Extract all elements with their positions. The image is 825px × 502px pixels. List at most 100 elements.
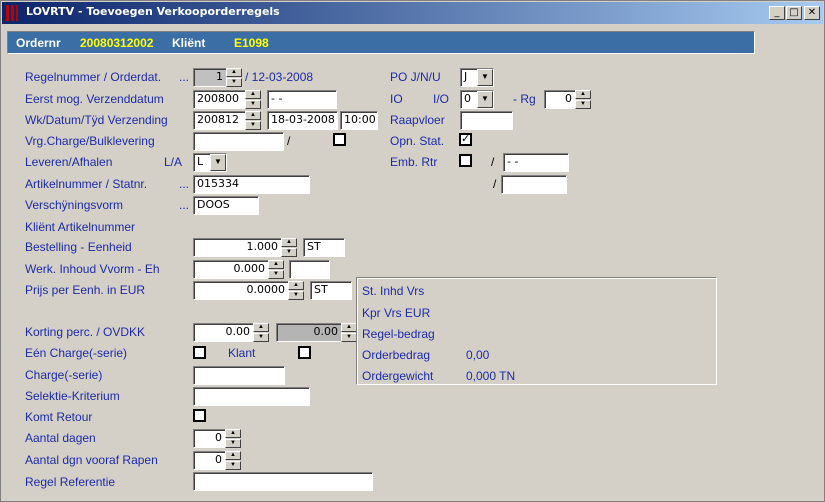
app-icon: [6, 5, 20, 21]
orderbedrag-value: 0,00: [466, 348, 490, 362]
regel-bedrag-label: Regel-bedrag: [362, 327, 435, 341]
order-header: Ordernr 20080312002 Kliënt E1098: [7, 31, 755, 54]
bestelling-eenheid-field[interactable]: ST: [303, 238, 345, 257]
regelnummer-label: Regelnummer / Orderdat.: [25, 70, 162, 84]
title-bar[interactable]: LOVRTV - Toevoegen Verkooporderregels _ …: [2, 2, 823, 24]
regel-referentie-label: Regel Referentie: [25, 475, 116, 489]
werk-inhoud-eh-field[interactable]: [289, 260, 330, 279]
korting-field[interactable]: 0.00: [193, 323, 254, 342]
rg-spinner[interactable]: ▲ ▼: [575, 90, 591, 109]
rg-field[interactable]: 0: [544, 90, 576, 109]
minimize-button[interactable]: _: [769, 6, 785, 20]
werk-inhoud-label: Werk. Inhoud Vvorm - Eh: [25, 262, 160, 276]
wk-datum-label: Wk/Datum/Tÿd Verzending: [25, 113, 168, 127]
main-window: LOVRTV - Toevoegen Verkooporderregels _ …: [0, 0, 825, 502]
ordergewicht-value: 0,000 TN: [466, 369, 516, 383]
tijd-field[interactable]: 10:00: [340, 111, 378, 130]
regelnummer-dots: ...: [179, 70, 190, 84]
verschijning-label: Verschÿningsvorm: [25, 198, 124, 212]
korting-label: Korting perc. / OVDKK: [25, 325, 146, 339]
ordergewicht-label: Ordergewicht: [362, 369, 434, 383]
emb-rtr-label: Emb. Rtr: [390, 155, 438, 169]
raapvloer-field[interactable]: [460, 111, 513, 130]
korting-spinner[interactable]: ▲ ▼: [253, 323, 269, 342]
eerst-mog-field[interactable]: 200800: [193, 90, 246, 109]
opn-stat-checkbox[interactable]: ✓: [459, 133, 472, 146]
werk-inhoud-field[interactable]: 0.000: [193, 260, 269, 279]
prijs-eenheid-field[interactable]: ST: [310, 281, 352, 300]
eerst-mog-spinner[interactable]: ▲ ▼: [245, 90, 261, 109]
eerst-mog-date-field[interactable]: - -: [267, 90, 337, 109]
opn-stat-label: Opn. Stat.: [390, 134, 445, 148]
window-title: LOVRTV - Toevoegen Verkooporderregels: [26, 5, 280, 18]
regelnummer-spinner[interactable]: ▲ ▼: [226, 68, 242, 87]
klant-checkbox[interactable]: [298, 346, 311, 359]
klient-value: E1098: [234, 36, 269, 50]
maximize-button[interactable]: □: [786, 6, 802, 20]
st-inhd-vrs-label: St. Inhd Vrs: [362, 284, 425, 298]
prijs-label: Prijs per Eenh. in EUR: [25, 283, 146, 297]
raapvloer-label: Raapvloer: [390, 113, 445, 127]
bulklevering-checkbox[interactable]: [333, 133, 346, 146]
komt-retour-checkbox[interactable]: [193, 409, 206, 422]
ordernr-value: 20080312002: [80, 36, 154, 50]
bestelling-field[interactable]: 1.000: [193, 238, 282, 257]
leveren-dropdown-icon[interactable]: ▼: [210, 154, 226, 171]
po-jnu-label: PO J/N/U: [390, 70, 441, 84]
aantal-dgn-vooraf-field[interactable]: 0: [193, 451, 226, 470]
vrg-charge-slash: /: [287, 134, 291, 148]
emb-rtr-field-1[interactable]: - -: [503, 153, 569, 172]
klant-label: Klant: [228, 346, 256, 360]
ovdkk-field[interactable]: 0.00: [276, 323, 342, 342]
klient-label: Kliënt: [172, 36, 206, 50]
aantal-dagen-label: Aantal dagen: [25, 431, 96, 445]
summary-panel: St. Inhd Vrs Kpr Vrs EUR Regel-bedrag Or…: [356, 277, 717, 385]
emb-rtr-slash-2: /: [493, 177, 497, 191]
emb-rtr-field-2[interactable]: [501, 175, 567, 194]
komt-retour-label: Komt Retour: [25, 410, 93, 424]
kpr-vrs-label: Kpr Vrs EUR: [362, 306, 431, 320]
emb-rtr-slash-1: /: [491, 155, 495, 169]
eerst-mog-label: Eerst mog. Verzenddatum: [25, 92, 164, 106]
po-jnu-dropdown-icon[interactable]: ▼: [477, 69, 493, 86]
charge-serie-field[interactable]: [193, 366, 285, 385]
emb-rtr-checkbox[interactable]: [459, 154, 472, 167]
wk-spinner[interactable]: ▲ ▼: [245, 111, 261, 130]
orderbedrag-label: Orderbedrag: [362, 348, 431, 362]
artikelnummer-label: Artikelnummer / Statnr.: [25, 177, 148, 191]
aantal-dgn-vooraf-label: Aantal dgn vooraf Rapen: [25, 453, 158, 467]
charge-serie-label: Charge(-serie): [25, 368, 103, 382]
orderdat-value: / 12-03-2008: [245, 70, 314, 84]
ordernr-label: Ordernr: [16, 36, 61, 50]
verschijning-field[interactable]: DOOS: [193, 196, 259, 215]
artikelnummer-field[interactable]: 015334: [193, 175, 310, 194]
selektie-label: Selektie-Kriterium: [25, 389, 120, 403]
regel-referentie-field[interactable]: [193, 472, 373, 491]
vrg-charge-field[interactable]: [193, 132, 284, 151]
een-charge-checkbox[interactable]: [193, 346, 206, 359]
rg-label: - Rg: [513, 92, 536, 106]
aantal-dgn-vooraf-spinner[interactable]: ▲ ▼: [225, 451, 241, 470]
wk-field[interactable]: 200812: [193, 111, 246, 130]
klient-artikel-label: Kliënt Artikelnummer: [25, 220, 136, 234]
bestelling-spinner[interactable]: ▲ ▼: [281, 238, 297, 257]
bestelling-label: Bestelling - Eenheid: [25, 240, 132, 254]
datum-field[interactable]: 18-03-2008: [267, 111, 338, 130]
regelnummer-field[interactable]: 1: [193, 68, 227, 87]
prijs-spinner[interactable]: ▲ ▼: [288, 281, 304, 300]
werk-inhoud-spinner[interactable]: ▲ ▼: [268, 260, 284, 279]
io-label: IO: [390, 92, 403, 106]
een-charge-label: Eén Charge(-serie): [25, 346, 128, 360]
selektie-field[interactable]: [193, 387, 310, 406]
io-io-label: I/O: [433, 92, 450, 106]
aantal-dagen-field[interactable]: 0: [193, 429, 226, 448]
prijs-field[interactable]: 0.0000: [193, 281, 289, 300]
vrg-charge-label: Vrg.Charge/Bulklevering: [25, 134, 155, 148]
leveren-label: Leveren/Afhalen: [25, 155, 113, 169]
verschijning-dots: ...: [179, 198, 190, 212]
ovdkk-spinner[interactable]: ▲ ▼: [341, 323, 357, 342]
artikelnummer-dots: ...: [179, 177, 190, 191]
close-button[interactable]: ✕: [804, 6, 820, 20]
io-dropdown-icon[interactable]: ▼: [477, 91, 493, 108]
aantal-dagen-spinner[interactable]: ▲ ▼: [225, 429, 241, 448]
